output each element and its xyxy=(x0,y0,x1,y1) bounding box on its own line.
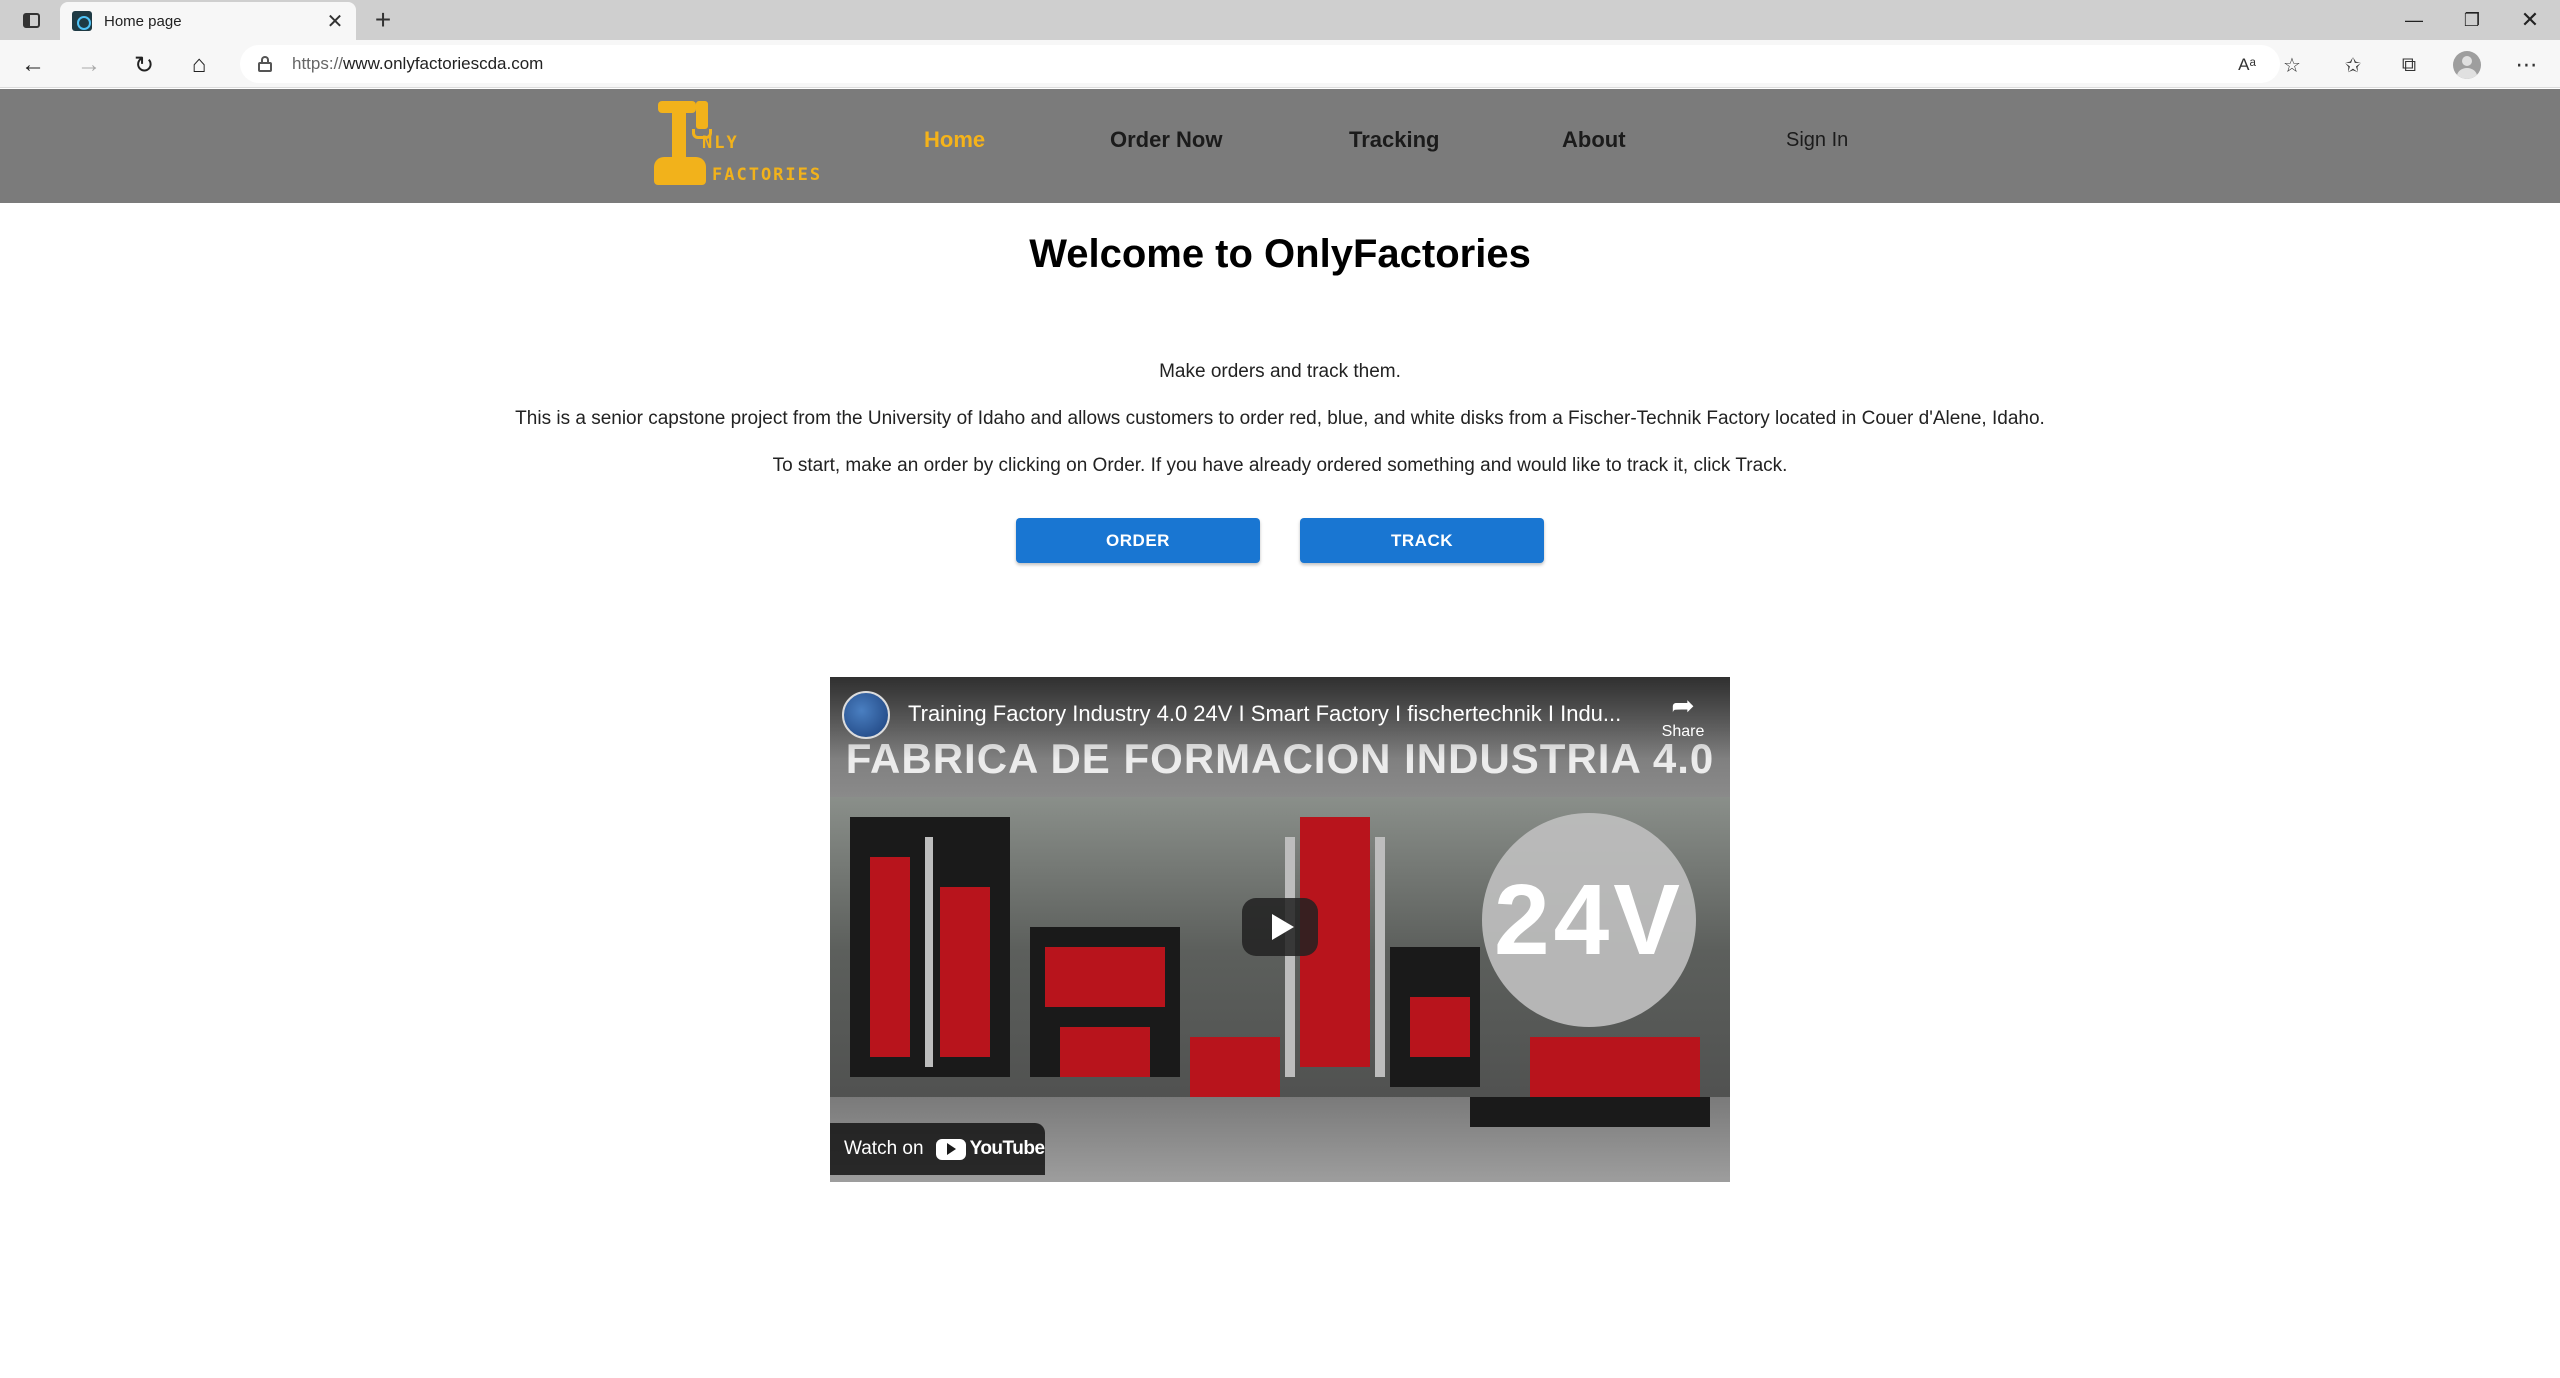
track-button[interactable]: TRACK xyxy=(1300,518,1544,563)
window-minimize-button[interactable]: — xyxy=(2386,0,2442,40)
lock-icon[interactable] xyxy=(258,56,272,72)
nav-tracking-link[interactable]: Tracking xyxy=(1349,127,1439,153)
youtube-logo-icon xyxy=(935,1138,966,1160)
play-icon xyxy=(1272,914,1294,940)
reload-icon[interactable]: ↻ xyxy=(127,48,161,82)
share-label: Share xyxy=(1661,723,1705,740)
logo-text-only: NLY xyxy=(702,133,739,153)
play-button[interactable] xyxy=(1242,898,1318,956)
favorites-icon[interactable]: ✩ xyxy=(2336,48,2370,82)
more-options-icon[interactable]: ⋯ xyxy=(2510,48,2544,82)
voltage-badge: 24V xyxy=(1482,813,1696,1027)
tab-title: Home page xyxy=(104,12,182,30)
order-button[interactable]: ORDER xyxy=(1016,518,1260,563)
share-arrow-icon: ➦ xyxy=(1671,690,1695,721)
forward-arrow-icon[interactable]: → xyxy=(72,48,106,82)
collections-icon[interactable]: ⧉ xyxy=(2392,48,2426,82)
watch-on-label: Watch on xyxy=(844,1138,924,1159)
intro-text: Make orders and track them. xyxy=(1159,361,1401,382)
window-close-button[interactable]: ✕ xyxy=(2502,0,2558,40)
profile-avatar-icon[interactable] xyxy=(2450,48,2484,82)
instructions-text: To start, make an order by clicking on O… xyxy=(772,455,1788,476)
read-aloud-icon[interactable]: Aᵃ xyxy=(2230,48,2264,82)
nav-home-link[interactable]: Home xyxy=(924,127,985,153)
tab-actions-icon[interactable] xyxy=(14,8,48,32)
browser-tab-home[interactable]: Home page ✕ xyxy=(60,2,356,40)
youtube-embed[interactable]: FABRICA DE FORMACION INDUSTRIA 4.0 24V T… xyxy=(830,677,1730,1182)
project-description: This is a senior capstone project from t… xyxy=(515,408,2045,429)
add-favorite-icon[interactable]: ☆ xyxy=(2275,48,2309,82)
tab-close-icon[interactable]: ✕ xyxy=(322,9,348,34)
channel-avatar-icon[interactable] xyxy=(842,691,890,739)
sign-in-link[interactable]: Sign In xyxy=(1786,129,1848,152)
home-icon[interactable]: ⌂ xyxy=(182,48,216,82)
youtube-wordmark: YouTube xyxy=(969,1138,1045,1159)
video-title[interactable]: Training Factory Industry 4.0 24V I Smar… xyxy=(908,701,1638,727)
nav-order-now-link[interactable]: Order Now xyxy=(1110,127,1222,153)
new-tab-button[interactable]: + xyxy=(368,4,398,36)
back-arrow-icon[interactable]: ← xyxy=(16,48,50,82)
site-navbar: NLY FACTORIES Home Order Now Tracking Ab… xyxy=(0,89,2560,203)
browser-tab-bar: Home page ✕ + — ❐ ✕ xyxy=(0,0,2560,40)
window-restore-button[interactable]: ❐ xyxy=(2444,0,2500,40)
page-title: Welcome to OnlyFactories xyxy=(1029,232,1531,276)
url-input[interactable]: https://www.onlyfactoriescda.com xyxy=(240,45,2280,83)
watch-on-youtube-button[interactable]: Watch on YouTube xyxy=(830,1123,1045,1175)
share-button[interactable]: ➦ Share xyxy=(1648,689,1718,741)
onlyfactories-logo[interactable]: NLY FACTORIES xyxy=(652,95,824,193)
nav-about-link[interactable]: About xyxy=(1562,127,1626,153)
react-favicon-icon xyxy=(72,11,92,31)
logo-text-factories: FACTORIES xyxy=(712,165,823,185)
url-text: https://www.onlyfactoriescda.com xyxy=(292,54,544,73)
browser-address-bar: ← → ↻ ⌂ https://www.onlyfactoriescda.com… xyxy=(0,40,2560,88)
